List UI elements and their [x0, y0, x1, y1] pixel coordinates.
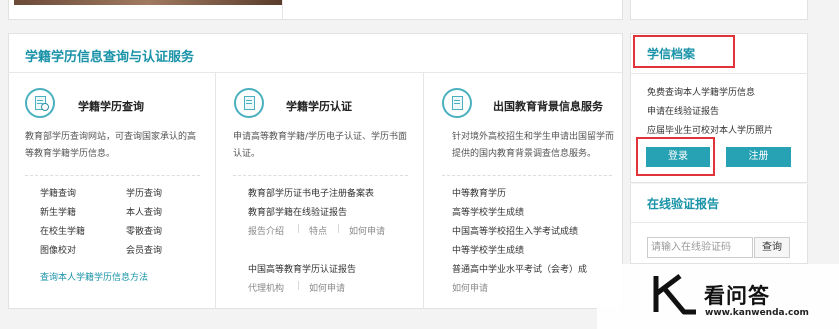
separator: | — [297, 224, 301, 234]
separator: | — [297, 281, 301, 291]
link-image-check[interactable]: 图像校对 — [40, 243, 76, 256]
link-scattered-query[interactable]: 零散查询 — [126, 224, 162, 237]
query-button[interactable]: 查询 — [754, 237, 790, 258]
divider — [423, 73, 424, 309]
certificate-icon — [234, 88, 264, 118]
link-report-intro[interactable]: 报告介绍 — [248, 224, 284, 237]
link-certification-report[interactable]: 中国高等教育学历认证报告 — [248, 262, 356, 275]
divider — [215, 73, 216, 309]
link-xueli-query[interactable]: 学历查询 — [126, 186, 162, 199]
divider — [630, 73, 808, 74]
service-desc: 申请高等教育学籍/学历电子认证、学历书面认证。 — [233, 132, 408, 159]
divider — [8, 72, 623, 73]
banner-image[interactable] — [14, 0, 282, 5]
panel-title: 学籍学历信息查询与认证服务 — [25, 50, 195, 65]
divider — [630, 222, 808, 223]
link-how-to-apply[interactable]: 如何申请 — [309, 281, 345, 294]
link-secondary-grades[interactable]: 中等学校学生成绩 — [452, 243, 524, 256]
link-electronic-registration[interactable]: 教育部学历证书电子注册备案表 — [248, 186, 374, 199]
link-how-to-apply[interactable]: 如何申请 — [452, 281, 488, 294]
link-how-to-apply[interactable]: 如何申请 — [349, 224, 385, 237]
document-search-icon — [25, 88, 55, 118]
link-gaokao-scores[interactable]: 中国高等学校招生入学考试成绩 — [452, 224, 578, 237]
link-online-verification[interactable]: 教育部学籍在线验证报告 — [248, 205, 347, 218]
divider — [25, 175, 200, 176]
divider — [233, 175, 408, 176]
service-desc: 针对境外高校招生和学生申请出国留学而提供的国内教育背景调查信息服务。 — [452, 132, 615, 159]
link-huikao-scores[interactable]: 普通高中学业水平考试（会考）成 — [452, 262, 612, 275]
link-current-student[interactable]: 在校生学籍 — [40, 224, 85, 237]
link-features[interactable]: 特点 — [309, 224, 327, 237]
divider — [282, 0, 283, 19]
link-agencies[interactable]: 代理机构 — [248, 281, 284, 294]
link-free-query[interactable]: 免费查询本人学籍学历信息 — [647, 85, 755, 98]
verify-title: 在线验证报告 — [647, 197, 720, 211]
link-apply-verification[interactable]: 申请在线验证报告 — [647, 104, 719, 117]
link-secondary-education[interactable]: 中等教育学历 — [452, 186, 506, 199]
highlight-box — [636, 137, 715, 176]
link-query-method[interactable]: 查询本人学籍学历信息方法 — [40, 270, 148, 283]
link-member-query[interactable]: 会员查询 — [126, 243, 162, 256]
k-logo-icon — [653, 274, 696, 315]
service-title[interactable]: 学籍学历查询 — [78, 98, 144, 114]
link-new-student[interactable]: 新生学籍 — [40, 205, 76, 218]
service-title[interactable]: 学籍学历认证 — [286, 98, 352, 114]
top-right-panel — [630, 0, 808, 20]
highlight-box — [633, 35, 735, 68]
divider — [442, 175, 612, 176]
watermark-name: 看问答 — [704, 284, 770, 308]
register-button[interactable]: 注册 — [726, 147, 791, 167]
verify-code-input[interactable]: 请输入在线验证码 — [647, 237, 753, 258]
service-title[interactable]: 出国教育背景信息服务 — [493, 98, 603, 114]
watermark-url: www.kanwenda.com — [705, 308, 809, 318]
link-verify-photo[interactable]: 应届毕业生可校对本人学历照片 — [647, 123, 773, 136]
link-xueji-query[interactable]: 学籍查询 — [40, 186, 76, 199]
separator: | — [337, 224, 341, 234]
report-icon — [442, 88, 472, 118]
service-desc: 教育部学历查询网站，可查询国家承认的高等教育学籍学历信息。 — [25, 132, 197, 159]
link-self-query[interactable]: 本人查询 — [126, 205, 162, 218]
link-university-grades[interactable]: 高等学校学生成绩 — [452, 205, 524, 218]
